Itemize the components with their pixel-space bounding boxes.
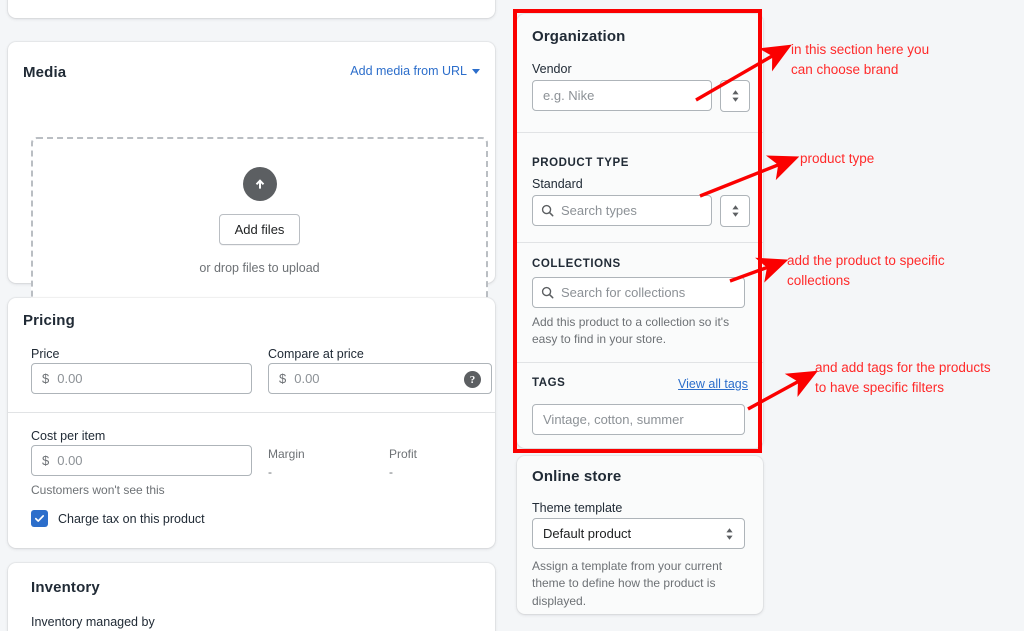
theme-template-label: Theme template	[532, 501, 623, 515]
cost-placeholder: 0.00	[57, 453, 83, 468]
product-type-section-label: PRODUCT TYPE	[532, 157, 629, 169]
drop-files-hint: or drop files to upload	[199, 261, 320, 275]
product-type-placeholder: Search types	[561, 203, 637, 218]
compare-placeholder: 0.00	[294, 371, 320, 386]
online-store-card-title: Online store	[532, 468, 622, 485]
online-store-help-text: Assign a template from your current them…	[532, 559, 723, 608]
org-divider-1	[517, 132, 763, 133]
vertical-stepper-icon	[731, 90, 739, 102]
collections-help-text: Add this product to a collection so it's…	[532, 315, 730, 347]
pricing-divider	[8, 412, 495, 413]
product-type-stepper[interactable]	[720, 195, 750, 227]
add-files-button[interactable]: Add files	[218, 214, 301, 245]
price-input[interactable]: $ 0.00	[31, 363, 252, 394]
upload-arrow-icon	[242, 167, 277, 201]
price-label: Price	[31, 347, 60, 361]
annotation-brand: in this section here you can choose bran…	[791, 42, 930, 77]
online-store-card: Online store Theme template Default prod…	[517, 456, 763, 614]
tags-section-label: TAGS	[532, 377, 566, 389]
cost-note: Customers won't see this	[31, 483, 165, 497]
profit-label: Profit	[389, 447, 418, 461]
media-dropzone[interactable]: Add files or drop files to upload	[31, 137, 488, 305]
charge-tax-label: Charge tax on this product	[58, 511, 205, 526]
search-icon	[541, 204, 554, 217]
vendor-placeholder: e.g. Nike	[543, 88, 595, 103]
chevron-down-icon	[472, 68, 480, 74]
compare-at-price-label: Compare at price	[268, 347, 364, 361]
annotation-collections: add the product to specific collections	[787, 253, 945, 288]
organization-card-title: Organization	[532, 28, 626, 45]
organization-card: Organization Vendor e.g. Nike PRODUCT TY…	[517, 14, 763, 448]
vertical-stepper-icon	[731, 205, 739, 217]
inventory-card-title: Inventory	[31, 579, 100, 596]
vendor-label: Vendor	[532, 62, 572, 76]
product-type-standard-label: Standard	[532, 177, 583, 191]
theme-template-value: Default product	[543, 526, 632, 541]
profit-value: -	[389, 465, 393, 479]
pricing-card: Pricing Price $ 0.00 Compare at price $ …	[8, 298, 495, 548]
media-card: Media Add media from URL Add files or dr…	[8, 42, 495, 305]
vertical-stepper-icon	[725, 527, 734, 541]
product-type-search-input[interactable]: Search types	[532, 195, 712, 226]
partial-card-top	[8, 0, 495, 18]
search-icon	[541, 286, 554, 299]
annotation-tags: and add tags for the products to have sp…	[815, 360, 991, 395]
price-currency-prefix: $	[42, 371, 50, 386]
screenshot-root: Media Add media from URL Add files or dr…	[0, 0, 1024, 631]
add-media-from-url-label: Add media from URL	[350, 64, 467, 78]
collections-section-label: COLLECTIONS	[532, 258, 621, 270]
margin-label: Margin	[268, 447, 305, 461]
tags-input[interactable]: Vintage, cotton, summer	[532, 404, 745, 435]
org-divider-3	[517, 362, 763, 363]
media-card-title: Media	[23, 64, 67, 81]
annotation-product-type: product type	[800, 151, 875, 166]
view-all-tags-link[interactable]: View all tags	[678, 377, 748, 391]
theme-template-select[interactable]: Default product	[532, 518, 745, 549]
tags-placeholder: Vintage, cotton, summer	[543, 412, 684, 427]
cost-per-item-input[interactable]: $ 0.00	[31, 445, 252, 476]
inventory-card: Inventory Inventory managed by	[8, 563, 495, 631]
margin-value: -	[268, 465, 272, 479]
org-divider-2	[517, 242, 763, 243]
collections-placeholder: Search for collections	[561, 285, 686, 300]
price-placeholder: 0.00	[57, 371, 83, 386]
help-circle-icon[interactable]: ?	[464, 371, 481, 388]
pricing-card-title: Pricing	[23, 312, 75, 329]
charge-tax-checkbox[interactable]	[31, 510, 48, 527]
charge-tax-row[interactable]: Charge tax on this product	[31, 510, 205, 527]
vendor-stepper[interactable]	[720, 80, 750, 112]
add-media-from-url-link[interactable]: Add media from URL	[350, 64, 480, 78]
cost-currency-prefix: $	[42, 453, 50, 468]
cost-per-item-label: Cost per item	[31, 429, 106, 443]
vendor-input[interactable]: e.g. Nike	[532, 80, 712, 111]
collections-search-input[interactable]: Search for collections	[532, 277, 745, 308]
compare-at-price-input[interactable]: $ 0.00	[268, 363, 492, 394]
compare-currency-prefix: $	[279, 371, 287, 386]
inventory-managed-by-label: Inventory managed by	[31, 615, 155, 629]
